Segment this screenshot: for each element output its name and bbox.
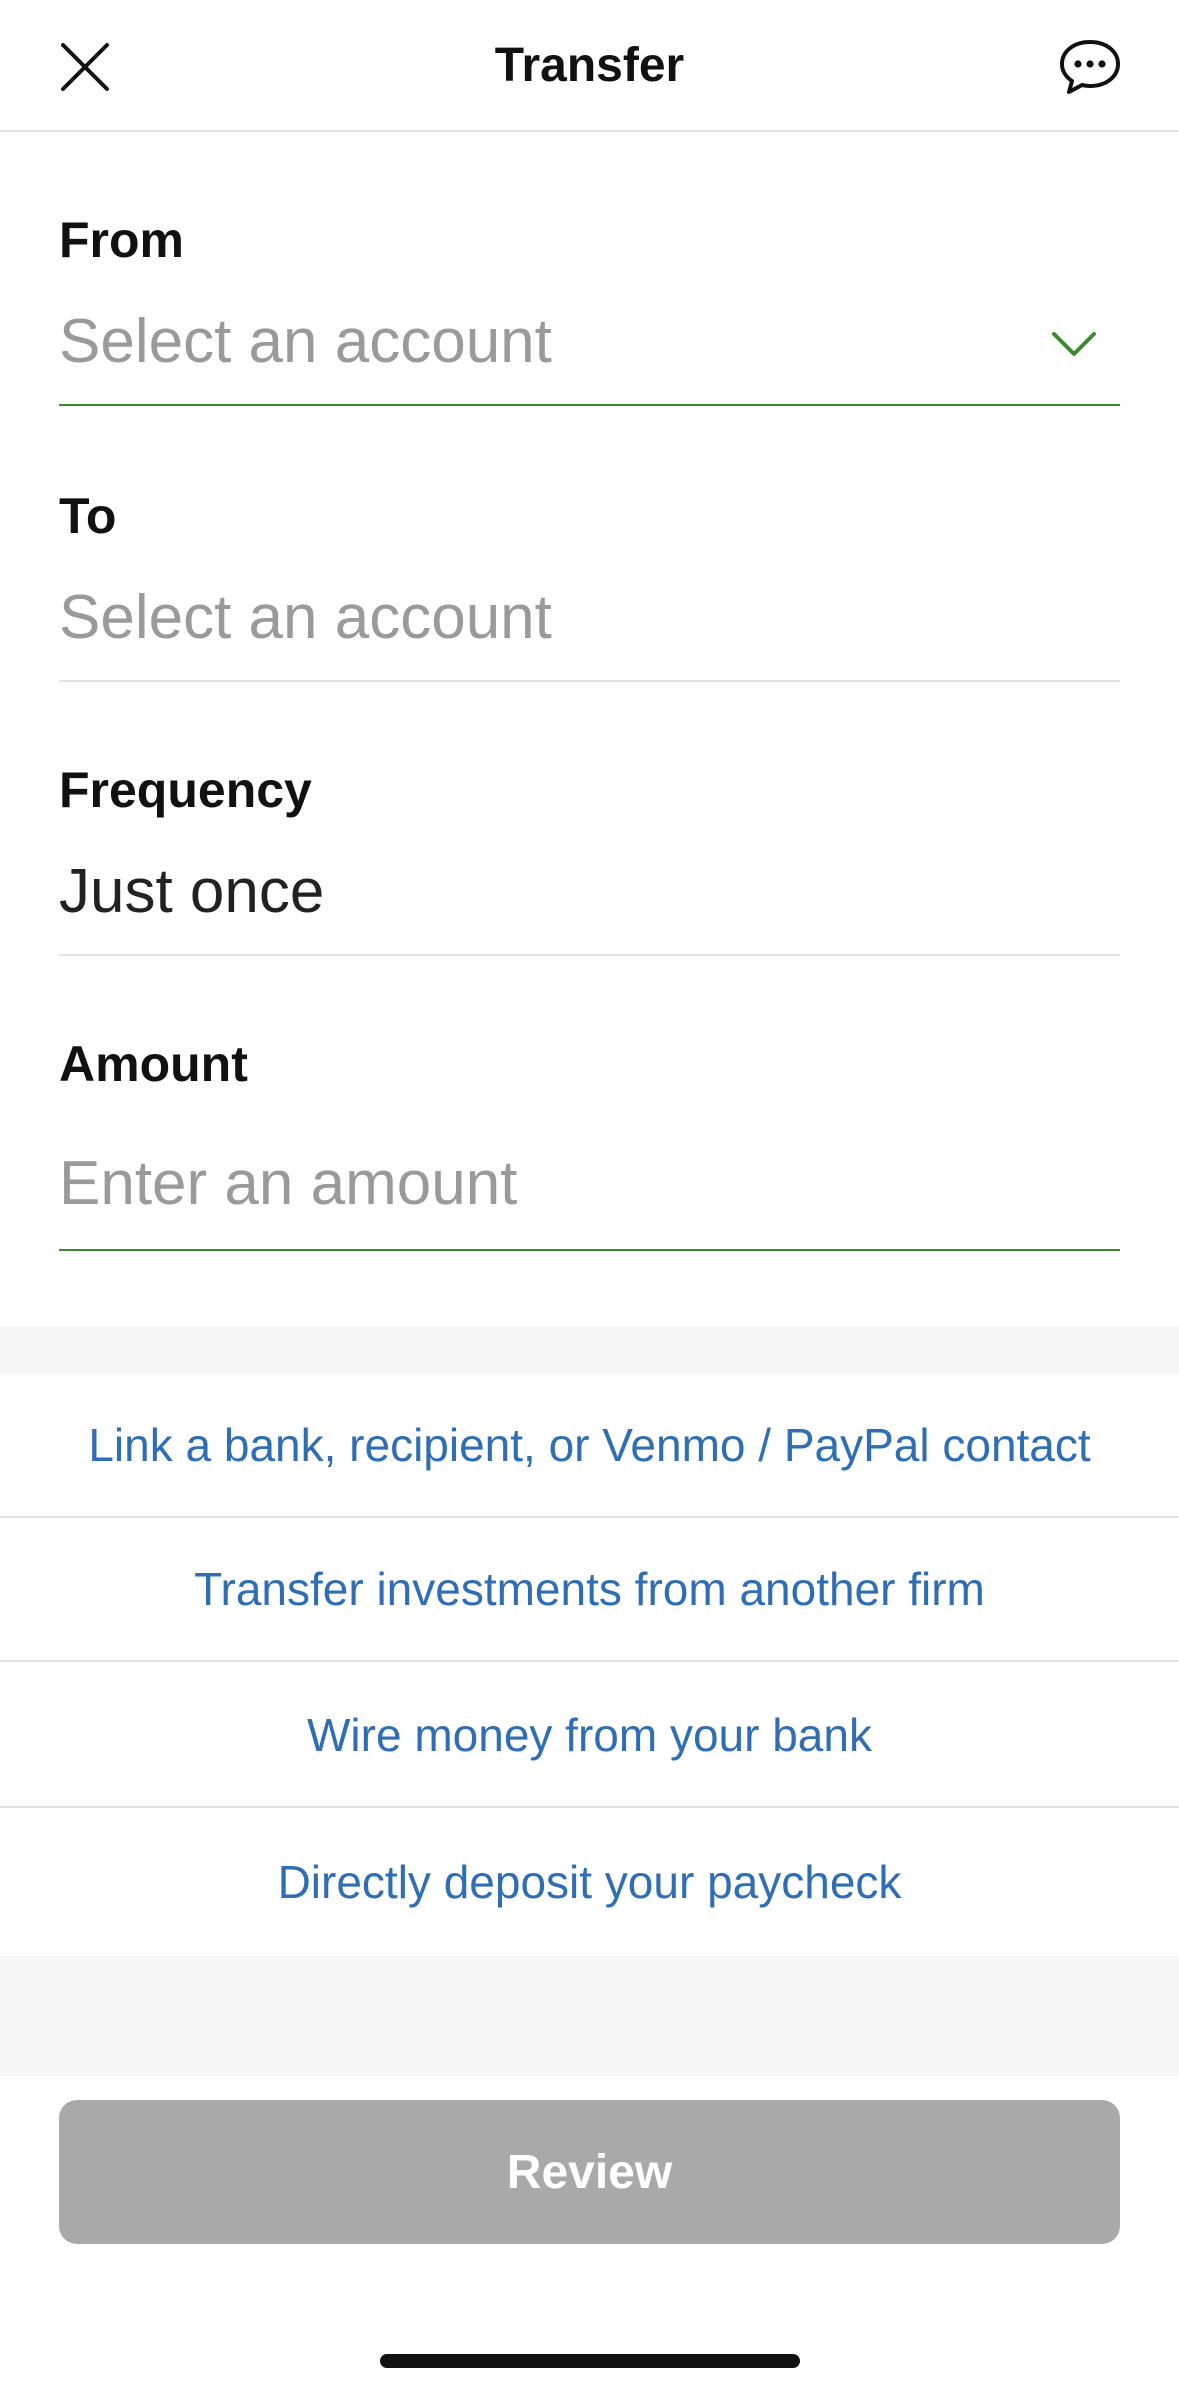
amount-input[interactable]: Enter an amount <box>59 1146 517 1222</box>
amount-underline <box>59 1249 1120 1251</box>
header-bar: Transfer <box>0 0 1179 132</box>
wire-money-text[interactable]: Wire money from your bank <box>307 1708 872 1762</box>
frequency-field[interactable]: Frequency Just once <box>59 760 1120 960</box>
amount-field[interactable]: Amount Enter an amount <box>59 1034 1120 1254</box>
from-underline <box>59 404 1120 406</box>
home-indicator[interactable] <box>380 2354 800 2368</box>
to-field[interactable]: To Select an account <box>59 486 1120 686</box>
link-bank-row[interactable]: Link a bank, recipient, or Venmo / PayPa… <box>0 1374 1179 1518</box>
from-label: From <box>59 212 184 268</box>
direct-deposit-row[interactable]: Directly deposit your paycheck <box>0 1810 1179 1954</box>
from-field[interactable]: From Select an account <box>59 210 1120 410</box>
direct-deposit-text[interactable]: Directly deposit your paycheck <box>278 1855 902 1909</box>
frequency-select[interactable]: Just once <box>59 854 324 930</box>
to-label: To <box>59 488 117 544</box>
transfer-investments-row[interactable]: Transfer investments from another firm <box>0 1518 1179 1662</box>
chevron-down-icon[interactable] <box>1050 328 1098 360</box>
chat-bubble-icon <box>1060 40 1120 94</box>
from-select[interactable]: Select an account <box>59 304 552 380</box>
section-divider <box>0 1326 1179 1374</box>
page-title: Transfer <box>494 39 685 92</box>
review-button[interactable]: Review <box>59 2100 1120 2244</box>
transfer-investments-text[interactable]: Transfer investments from another firm <box>194 1562 985 1616</box>
section-divider-bottom <box>0 1956 1179 2076</box>
frequency-underline <box>59 954 1120 956</box>
to-select[interactable]: Select an account <box>59 580 552 656</box>
wire-money-row[interactable]: Wire money from your bank <box>0 1664 1179 1808</box>
amount-label: Amount <box>59 1036 248 1092</box>
frequency-label: Frequency <box>59 762 312 818</box>
link-bank-text[interactable]: Link a bank, recipient, or Venmo / PayPa… <box>88 1418 1090 1472</box>
to-underline <box>59 680 1120 682</box>
chat-button[interactable] <box>1050 30 1130 104</box>
